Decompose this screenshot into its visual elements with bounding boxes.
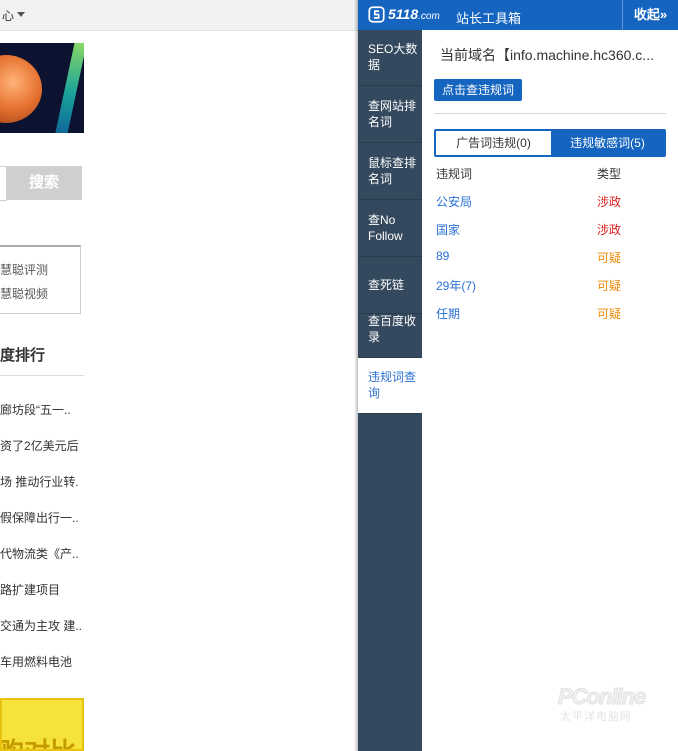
toolbox-content: 当前域名【info.machine.hc360.c... 点击查违规词 广告词违…	[422, 30, 678, 751]
violation-word[interactable]: 公安局	[436, 193, 472, 210]
tab-ad-words[interactable]: 广告词违规(0)	[436, 131, 551, 155]
violation-type: 可疑	[597, 279, 622, 293]
watermark-logo-text: PConline	[557, 684, 646, 710]
news-item[interactable]: 资了2亿美元后	[0, 437, 84, 454]
violation-type: 涉政	[597, 195, 622, 209]
violation-type: 可疑	[597, 251, 622, 265]
collapse-button[interactable]: 收起»	[622, 0, 678, 30]
news-item[interactable]: 廊坊段“五一..	[0, 401, 84, 418]
brand-logo-icon	[368, 6, 385, 23]
ad-banner-text: 购对比	[2, 732, 76, 749]
violation-type: 可疑	[597, 307, 622, 321]
news-item[interactable]: 交通为主攻 建..	[0, 617, 84, 634]
toolbox-title: 站长工具箱	[456, 11, 522, 26]
page-top-bar: 心	[0, 0, 358, 31]
column-header-type: 类型	[597, 167, 622, 181]
link-video[interactable]: 慧聪视频	[0, 285, 48, 302]
nav-item-label: 违规词查询	[368, 370, 417, 400]
search-button[interactable]: 搜索	[6, 166, 82, 200]
nav-item-baidu-index[interactable]: 查百度收录	[358, 301, 422, 358]
seo-toolbox-panel: 5118.com 站长工具箱 收起» SEO大数据 查网站排名词 鼠标查排名词 …	[358, 0, 678, 751]
link-review[interactable]: 慧聪评测	[0, 261, 48, 278]
nav-item-label: 查死链	[368, 278, 405, 292]
banner-image[interactable]	[0, 43, 84, 133]
news-item[interactable]: 假保障出行一..	[0, 509, 84, 526]
toolbox-header: 5118.com 站长工具箱 收起»	[358, 0, 678, 30]
nav-item-label: 查网站排名词	[368, 99, 417, 129]
nav-item-label: SEO大数据	[368, 42, 418, 72]
content-divider	[434, 113, 666, 114]
nav-item-site-rank-words[interactable]: 查网站排名词	[358, 87, 422, 143]
ranking-divider	[0, 375, 84, 376]
nav-item-seo-data[interactable]: SEO大数据	[358, 30, 422, 86]
nav-item-label: 查No Follow	[368, 213, 403, 243]
nav-item-label: 鼠标查排名词	[368, 156, 417, 186]
violation-word[interactable]: 89	[436, 249, 449, 263]
toolbox-sidebar: SEO大数据 查网站排名词 鼠标查排名词 查No Follow 查死链 查百度收…	[358, 30, 422, 751]
news-item[interactable]: 车用燃料电池	[0, 653, 84, 670]
table-row: 任期 可疑	[422, 305, 678, 333]
top-menu-label[interactable]: 心	[2, 7, 14, 24]
tab-sensitive-words[interactable]: 违规敏感词(5)	[551, 131, 664, 155]
nav-item-mouse-rank-words[interactable]: 鼠标查排名词	[358, 144, 422, 200]
nav-item-violation-words[interactable]: 违规词查询	[358, 358, 422, 414]
current-domain: 当前域名【info.machine.hc360.c...	[440, 47, 654, 63]
chevron-down-icon[interactable]	[17, 12, 25, 17]
brand-name: 5118.com	[388, 6, 440, 22]
violation-type: 涉政	[597, 223, 622, 237]
ad-banner[interactable]: 购对比	[0, 698, 84, 751]
news-item[interactable]: 代物流类《产..	[0, 545, 84, 562]
news-item[interactable]: 场 推动行业转.	[0, 473, 84, 490]
column-header-word: 违规词	[436, 167, 473, 181]
violation-word[interactable]: 任期	[436, 305, 460, 322]
result-tabs: 广告词违规(0) 违规敏感词(5)	[434, 129, 666, 157]
banner-band-graphic	[51, 43, 84, 133]
nav-item-nofollow[interactable]: 查No Follow	[358, 201, 422, 257]
watermark-subtext: 太平洋电脑网	[560, 711, 632, 723]
check-violation-button[interactable]: 点击查违规词	[434, 79, 523, 101]
news-item[interactable]: 路扩建项目	[0, 581, 84, 598]
brand-domain: .com	[418, 11, 440, 22]
table-row: 29年(7) 可疑	[422, 277, 678, 305]
violation-word[interactable]: 国家	[436, 221, 460, 238]
table-row: 89 可疑	[422, 249, 678, 277]
violation-word[interactable]: 29年(7)	[436, 277, 476, 294]
ranking-title: 度排行	[0, 347, 46, 364]
banner-orb-graphic	[0, 55, 42, 123]
pconline-watermark: PConline 太平洋电脑网	[557, 684, 668, 724]
background-webpage: 心 搜索 慧聪评测 慧聪视频 度排行 廊坊段“五一.. 资了2亿美元后 场 推动…	[0, 0, 358, 751]
nav-item-label: 查百度收录	[368, 314, 417, 344]
quick-links-box: 慧聪评测 慧聪视频	[0, 245, 81, 314]
table-row: 国家 涉政	[422, 221, 678, 249]
table-row: 公安局 涉政	[422, 193, 678, 221]
